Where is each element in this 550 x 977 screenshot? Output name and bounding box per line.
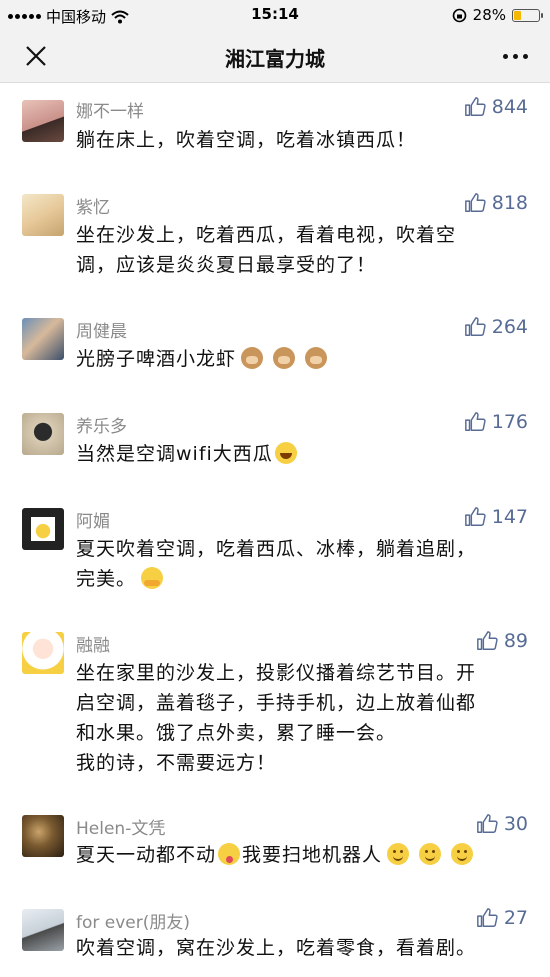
comment-text: 夏天吹着空调，吃着西瓜、冰棒，躺着追剧， 完美。 bbox=[76, 534, 526, 594]
comment-line: 夏天一动都不动 我要扫地机器人 bbox=[76, 840, 526, 870]
see-no-evil-monkey-icon bbox=[241, 347, 264, 369]
thumbs-up-icon bbox=[464, 507, 486, 526]
comment-line-text: 夏天一动都不动 bbox=[76, 844, 217, 866]
like-button[interactable]: 264 bbox=[464, 316, 528, 338]
avatar bbox=[22, 194, 64, 236]
comment-text: 夏天一动都不动 我要扫地机器人 bbox=[76, 840, 526, 870]
like-count: 176 bbox=[491, 411, 528, 433]
comment-author: 娜不一样 bbox=[76, 102, 144, 122]
thumbs-up-icon bbox=[464, 412, 486, 431]
avatar bbox=[22, 413, 64, 455]
orientation-lock-icon bbox=[452, 8, 466, 22]
like-button[interactable]: 147 bbox=[464, 506, 528, 528]
comment-line: 坐在沙发上，吃着西瓜，看着电视，吹着空 bbox=[76, 224, 457, 246]
comment-line: 完美。 bbox=[76, 564, 526, 594]
more-options-icon[interactable] bbox=[503, 54, 528, 59]
thumbs-up-icon bbox=[464, 317, 486, 336]
like-count: 147 bbox=[491, 506, 528, 528]
comment-line: 启空调，盖着毯子，手持手机，边上放着仙都 bbox=[76, 692, 477, 714]
comment-text: 躺在床上，吹着空调，吃着冰镇西瓜！ bbox=[76, 125, 526, 155]
like-count: 818 bbox=[491, 192, 528, 214]
thumbs-up-icon bbox=[476, 908, 498, 927]
comment-line: 坐在家里的沙发上，投影仪播着综艺节目。开 bbox=[76, 662, 477, 684]
avatar bbox=[22, 508, 64, 550]
comment-line-text: 当然是空调wifi大西瓜 bbox=[76, 443, 273, 465]
see-no-evil-monkey-icon bbox=[305, 347, 328, 369]
avatar bbox=[22, 815, 64, 857]
avatar bbox=[22, 100, 64, 142]
comment-line-text: 我要扫地机器人 bbox=[242, 844, 383, 866]
avatar bbox=[22, 909, 64, 951]
comment-author: 养乐多 bbox=[76, 417, 127, 437]
battery-percent: 28% bbox=[472, 6, 506, 24]
comment-line: 光膀子啤酒小龙虾 bbox=[76, 344, 526, 374]
status-right: 28% bbox=[452, 6, 543, 24]
like-button[interactable]: 818 bbox=[464, 192, 528, 214]
comment-line: 调，应该是炎炎夏日最享受的了！ bbox=[76, 254, 377, 276]
comment-line: 和水果。饿了点外卖，累了睡一会。 bbox=[76, 722, 397, 744]
comment-line: 吹着空调，窝在沙发上，吃着零食，看着剧。 bbox=[76, 937, 477, 959]
tongue-face-icon bbox=[218, 843, 241, 865]
like-count: 27 bbox=[503, 907, 528, 929]
comment-author: Helen-文凭 bbox=[76, 819, 166, 839]
thumbs-up-icon bbox=[476, 814, 498, 833]
nav-bar: 湘江富力城 bbox=[0, 30, 550, 83]
like-button[interactable]: 176 bbox=[464, 411, 528, 433]
comment-author: for ever(朋友) bbox=[76, 913, 191, 933]
see-no-evil-monkey-icon bbox=[273, 347, 296, 369]
comment-line-text: 光膀子啤酒小龙虾 bbox=[76, 348, 237, 370]
like-count: 264 bbox=[491, 316, 528, 338]
thumbs-up-icon bbox=[476, 631, 498, 650]
status-bar: 中国移动 15:14 28% bbox=[0, 0, 550, 30]
hugging-face-icon bbox=[141, 567, 164, 589]
comment-author: 阿媚 bbox=[76, 512, 110, 532]
avatar bbox=[22, 318, 64, 360]
comment-author: 周健晨 bbox=[76, 322, 127, 342]
comment-author: 融融 bbox=[76, 636, 110, 656]
comment-author: 紫忆 bbox=[76, 198, 110, 218]
comment-line: 躺在床上，吹着空调，吃着冰镇西瓜！ bbox=[76, 129, 417, 151]
laughing-face-icon bbox=[274, 442, 297, 464]
comment-text: 光膀子啤酒小龙虾 bbox=[76, 344, 526, 374]
thumbs-up-icon bbox=[464, 97, 486, 116]
comment-line-text: 完美。 bbox=[76, 568, 137, 590]
comment-text: 吹着空调，窝在沙发上，吃着零食，看着剧。 bbox=[76, 933, 526, 963]
smile-face-icon bbox=[419, 843, 442, 865]
battery-level bbox=[514, 10, 522, 20]
like-button[interactable]: 844 bbox=[464, 96, 528, 118]
like-button[interactable]: 27 bbox=[476, 907, 528, 929]
like-button[interactable]: 30 bbox=[476, 813, 528, 835]
comment-line: 夏天吹着空调，吃着西瓜、冰棒，躺着追剧， bbox=[76, 538, 477, 560]
battery-icon bbox=[512, 8, 543, 22]
like-count: 89 bbox=[503, 630, 528, 652]
smile-face-icon bbox=[387, 843, 410, 865]
comment-text: 坐在沙发上，吃着西瓜，看着电视，吹着空 调，应该是炎炎夏日最享受的了！ bbox=[76, 220, 526, 280]
smile-face-icon bbox=[451, 843, 474, 865]
comment-text: 当然是空调wifi大西瓜 bbox=[76, 439, 526, 469]
like-count: 844 bbox=[491, 96, 528, 118]
page-title: 湘江富力城 bbox=[225, 47, 325, 71]
avatar bbox=[22, 632, 64, 674]
comment-text: 坐在家里的沙发上，投影仪播着综艺节目。开 启空调，盖着毯子，手持手机，边上放着仙… bbox=[76, 658, 526, 778]
like-button[interactable]: 89 bbox=[476, 630, 528, 652]
like-count: 30 bbox=[503, 813, 528, 835]
thumbs-up-icon bbox=[464, 193, 486, 212]
comment-line: 当然是空调wifi大西瓜 bbox=[76, 439, 526, 469]
comment-line: 我的诗，不需要远方！ bbox=[76, 752, 277, 774]
